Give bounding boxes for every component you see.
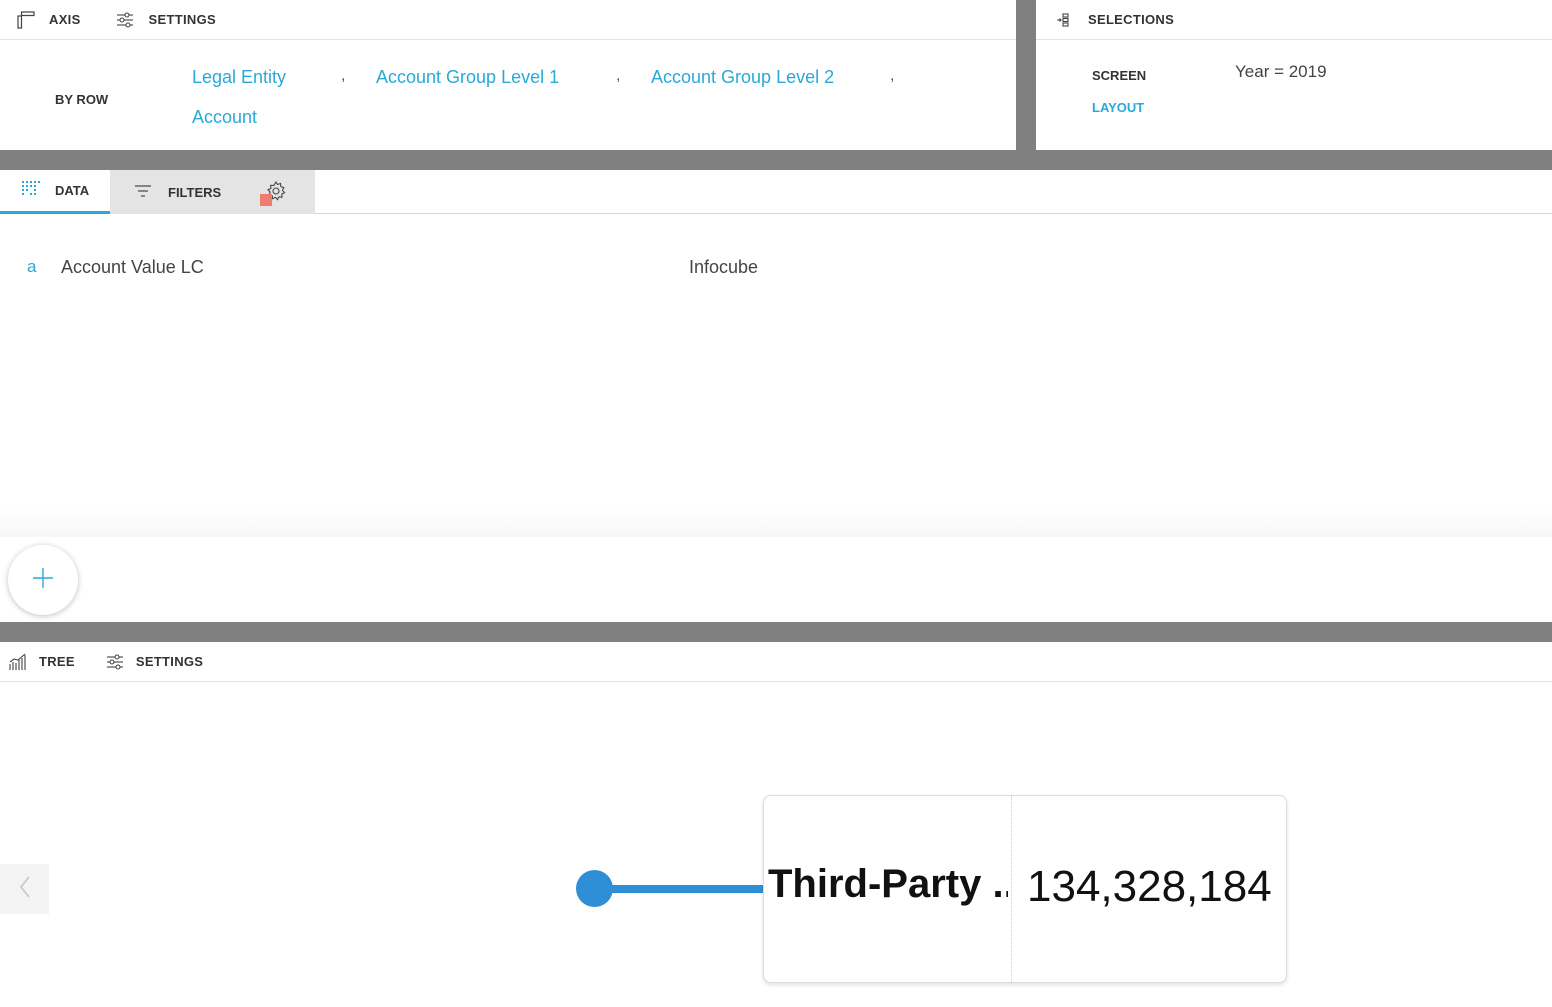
- tree-node-card[interactable]: Third-Party ... 134,328,184: [763, 795, 1287, 983]
- layout-label[interactable]: LAYOUT: [1092, 100, 1144, 115]
- filter-lines-icon: [134, 184, 152, 201]
- tab-data-label: DATA: [55, 183, 90, 198]
- axis-icon: [17, 10, 35, 29]
- tree-panel-header: TREE SETTINGS: [0, 642, 1552, 682]
- row-field-account[interactable]: Account: [192, 107, 257, 128]
- status-indicator: [260, 194, 272, 206]
- tab-tree-settings[interactable]: SETTINGS: [106, 642, 203, 682]
- row-field-account-group-level-2[interactable]: Account Group Level 2: [651, 67, 834, 88]
- tab-selections[interactable]: SELECTIONS: [1056, 0, 1174, 40]
- selections-icon: [1056, 12, 1070, 27]
- previous-button[interactable]: [0, 864, 49, 914]
- selections-panel: SELECTIONS SCREEN LAYOUT Year = 2019: [1036, 0, 1552, 150]
- tab-tree-settings-label: SETTINGS: [135, 654, 204, 669]
- data-panel: DATA FILTERS a Account Value LC Infocube: [0, 170, 1552, 537]
- tab-axis-label: AXIS: [49, 12, 81, 27]
- horizontal-splitter-bottom[interactable]: [0, 622, 1552, 642]
- tab-tree[interactable]: TREE: [9, 642, 75, 682]
- row-prefix: a: [27, 257, 37, 276]
- data-item-name[interactable]: Account Value LC: [61, 257, 204, 278]
- tree-connector: [594, 885, 766, 893]
- row-separator: ,: [890, 67, 895, 84]
- sliders-icon: [116, 11, 134, 28]
- vertical-splitter[interactable]: [1016, 0, 1036, 150]
- horizontal-splitter-top[interactable]: [0, 150, 1552, 170]
- row-separator: ,: [341, 67, 346, 84]
- tree-panel: TREE SETTINGS Third-Party ... 134,328,18…: [0, 642, 1552, 1007]
- tree-node-value: 134,328,184: [1027, 862, 1272, 911]
- screen-label[interactable]: SCREEN: [1092, 68, 1146, 83]
- tab-data[interactable]: DATA: [0, 170, 110, 214]
- tree-node-label: Third-Party ...: [768, 862, 1008, 906]
- add-button[interactable]: [8, 545, 78, 615]
- data-panel-tabs: DATA FILTERS: [0, 170, 1552, 214]
- row-separator: ,: [616, 67, 621, 84]
- tab-axis[interactable]: AXIS: [17, 0, 81, 40]
- selections-title: SELECTIONS: [1088, 12, 1175, 27]
- bar-chart-icon: [9, 653, 27, 671]
- grid-data-icon: [22, 181, 40, 200]
- tree-root-handle[interactable]: [576, 870, 613, 907]
- row-field-legal-entity[interactable]: Legal Entity: [192, 67, 286, 88]
- screen-selection-value: Year = 2019: [1235, 62, 1327, 81]
- selections-panel-header: SELECTIONS: [1036, 0, 1552, 40]
- tab-settings[interactable]: SETTINGS: [116, 0, 216, 40]
- sliders-icon: [106, 653, 124, 670]
- data-item-source: Infocube: [689, 257, 759, 277]
- tab-tree-label: TREE: [39, 654, 75, 669]
- node-card-divider: [1011, 796, 1012, 982]
- by-row-label: BY ROW: [55, 92, 109, 107]
- axis-panel: AXIS SETTINGS BY ROW Legal Entity , Acco…: [0, 0, 1016, 150]
- tab-filters[interactable]: FILTERS: [110, 170, 315, 214]
- add-strip: [0, 537, 1552, 622]
- plus-icon: [32, 567, 54, 594]
- tab-filters-label: FILTERS: [168, 184, 222, 200]
- tab-settings-label: SETTINGS: [148, 12, 216, 27]
- row-field-account-group-level-1[interactable]: Account Group Level 1: [376, 67, 559, 88]
- axis-panel-header: AXIS SETTINGS: [0, 0, 1016, 40]
- chevron-left-icon: [19, 876, 31, 903]
